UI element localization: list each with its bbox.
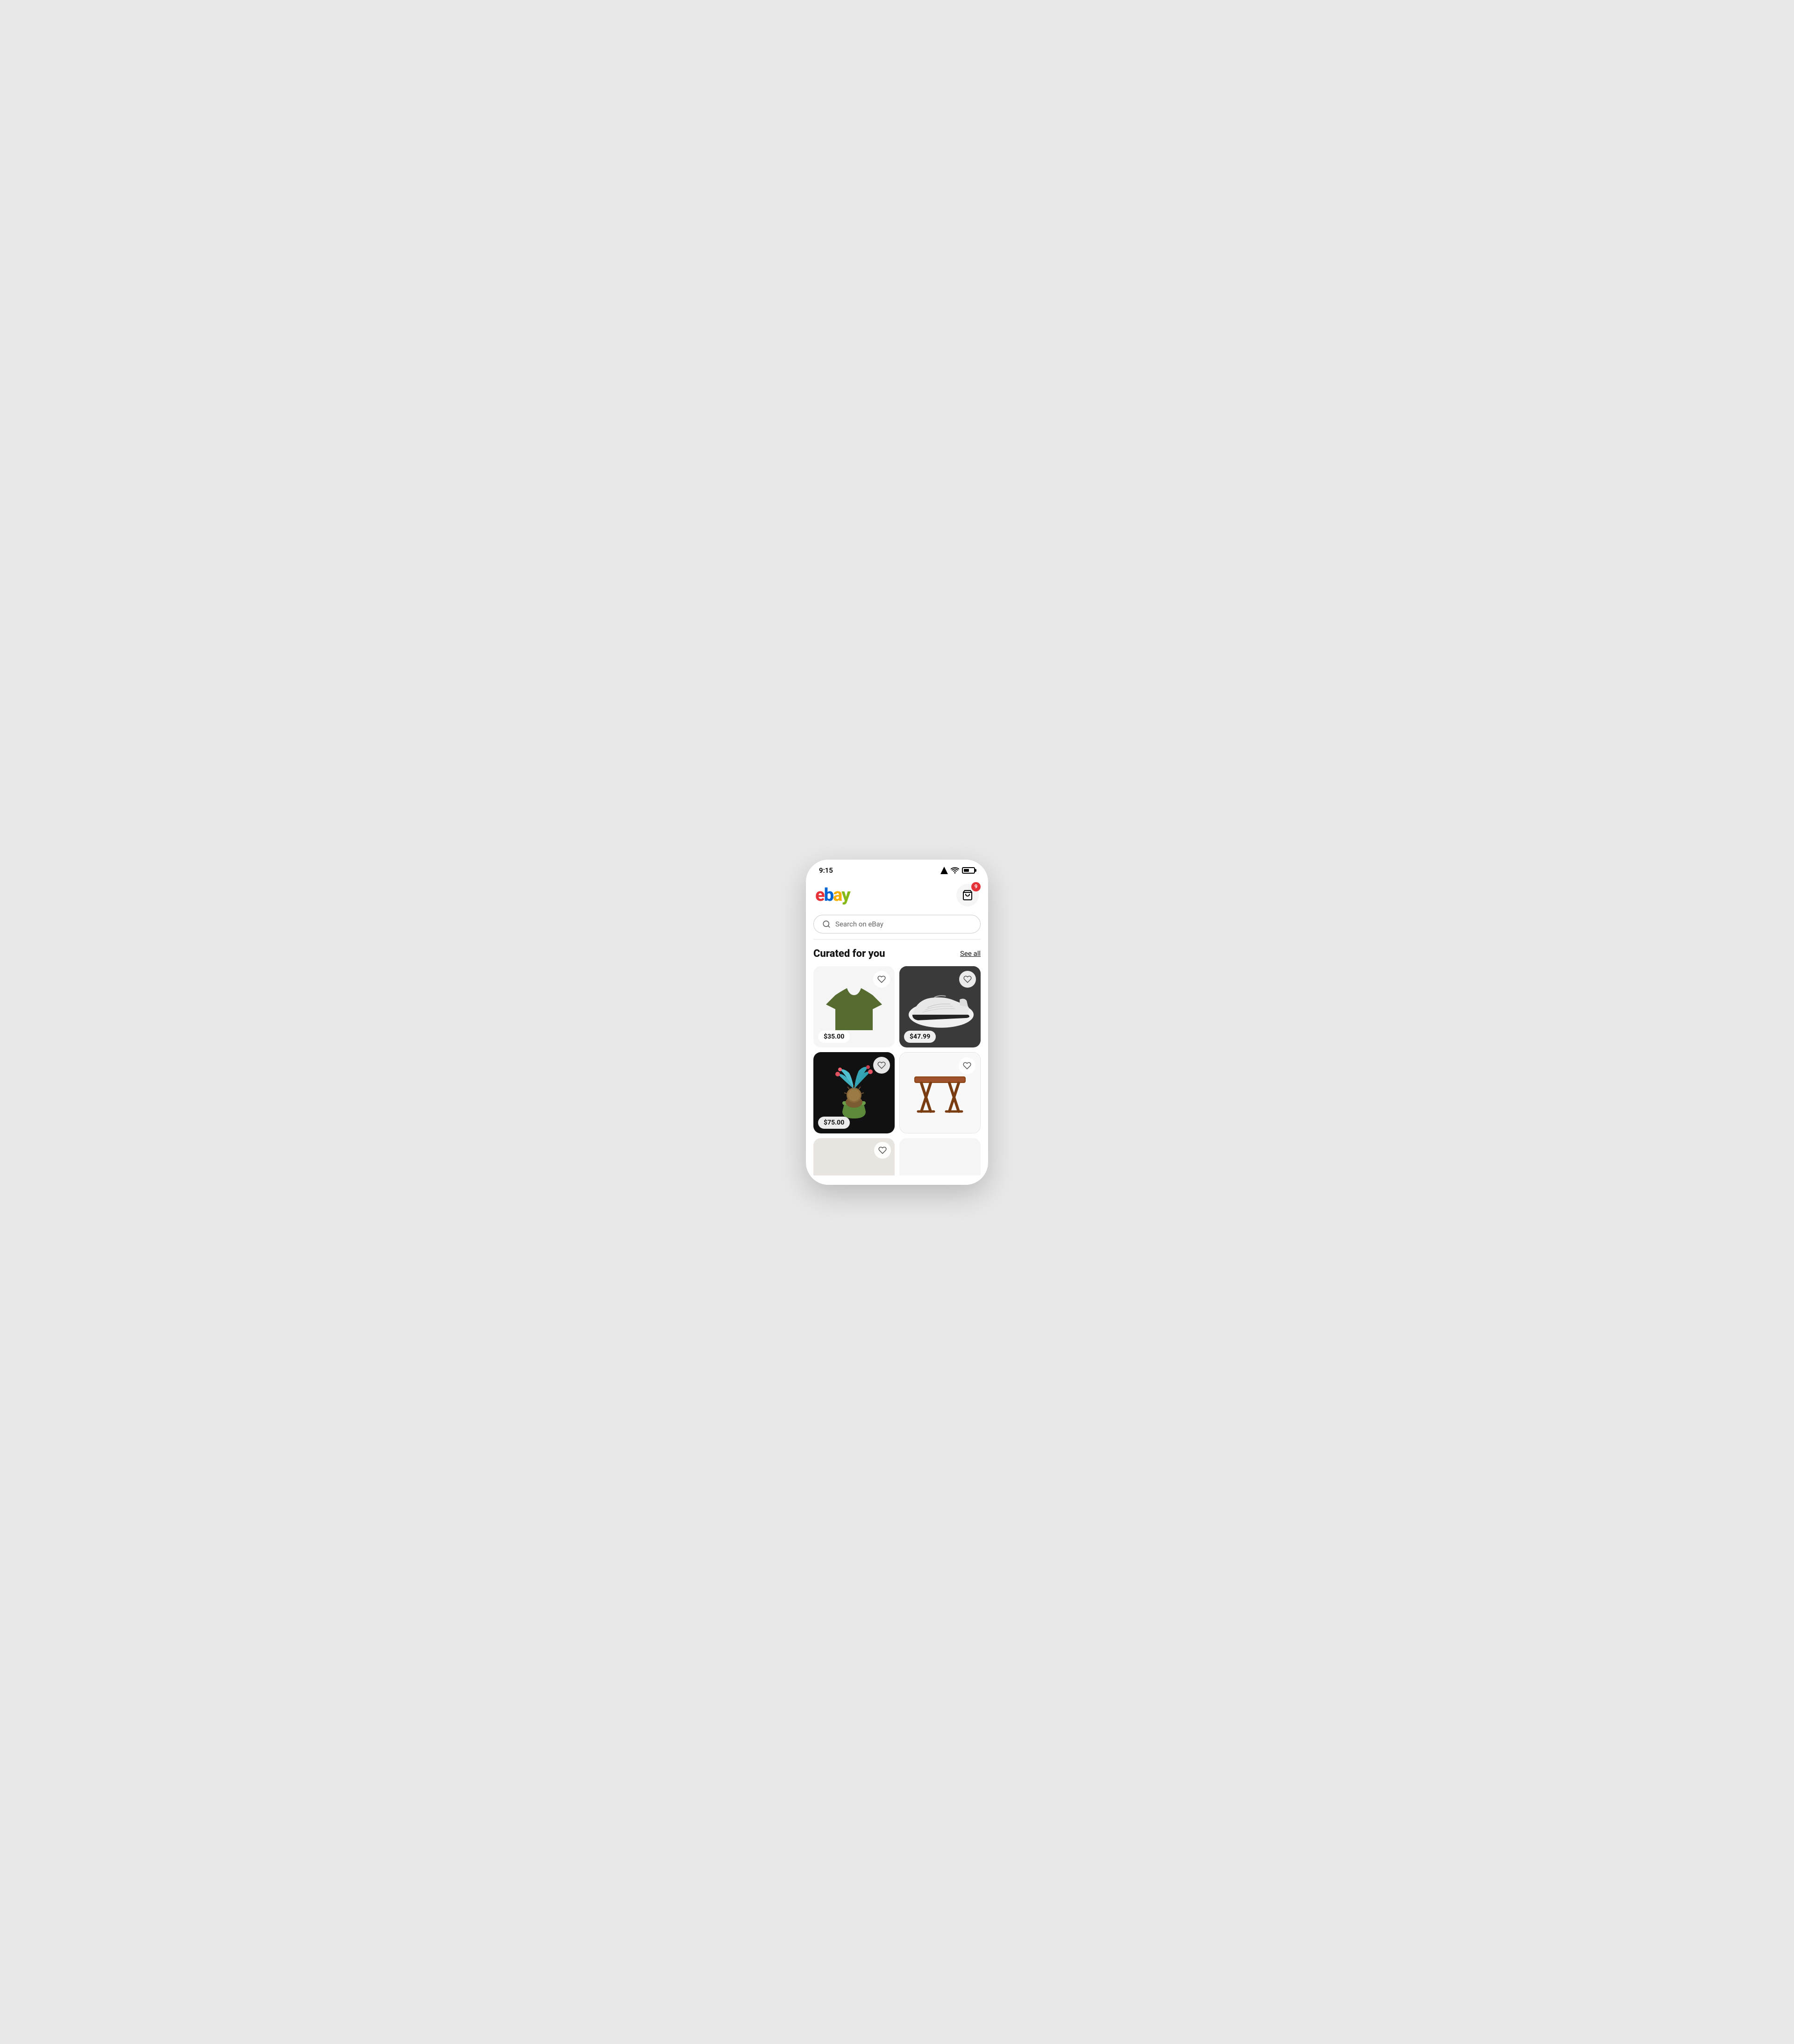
signal-icon	[940, 867, 948, 874]
plant-price: $75.00	[818, 1117, 850, 1129]
header: e b a y 9	[806, 878, 988, 911]
ebay-logo: e b a y	[815, 886, 850, 904]
logo-b: b	[824, 886, 833, 904]
cart-badge: 9	[971, 882, 981, 891]
logo-a: a	[833, 886, 841, 904]
tshirt-price: $35.00	[818, 1031, 850, 1043]
plant-wishlist-button[interactable]	[873, 1057, 890, 1074]
bottom-partial-row	[813, 1138, 981, 1185]
section-title: Curated for you	[813, 948, 885, 960]
partial-left-wishlist-button[interactable]	[874, 1142, 891, 1159]
product-card-plant[interactable]: $75.00	[813, 1052, 895, 1133]
cart-container: 9	[956, 884, 979, 906]
tshirt-wishlist-button[interactable]	[873, 971, 890, 988]
product-card-table[interactable]	[899, 1052, 981, 1133]
battery-icon	[962, 867, 975, 874]
status-icons	[940, 867, 975, 874]
heart-icon	[877, 975, 886, 983]
table-wishlist-button[interactable]	[959, 1057, 975, 1074]
logo-e: e	[815, 886, 824, 904]
wifi-icon	[951, 867, 959, 874]
product-grid: $35.00	[813, 966, 981, 1133]
section-header: Curated for you See all	[813, 948, 981, 960]
product-card-tshirt[interactable]: $35.00	[813, 966, 895, 1047]
search-container: Search on eBay	[806, 911, 988, 939]
partial-card-left[interactable]	[813, 1138, 895, 1175]
shoes-price: $47.99	[904, 1031, 936, 1043]
heart-icon	[963, 975, 972, 983]
heart-icon	[878, 1146, 887, 1154]
search-placeholder-text: Search on eBay	[835, 920, 883, 928]
cart-icon	[962, 890, 973, 901]
partial-card-right[interactable]	[899, 1138, 981, 1175]
status-time: 9:15	[819, 866, 833, 875]
search-bar[interactable]: Search on eBay	[813, 915, 981, 933]
logo-y: y	[841, 886, 849, 904]
curated-section: Curated for you See all $	[806, 940, 988, 1185]
status-bar: 9:15	[806, 860, 988, 878]
see-all-link[interactable]: See all	[960, 949, 981, 958]
phone-frame: 9:15 e b a y	[806, 860, 988, 1185]
heart-icon	[963, 1061, 971, 1070]
heart-icon	[877, 1061, 886, 1069]
shoes-wishlist-button[interactable]	[959, 971, 976, 988]
search-icon	[822, 920, 831, 928]
product-card-shoes[interactable]: $47.99	[899, 966, 981, 1047]
